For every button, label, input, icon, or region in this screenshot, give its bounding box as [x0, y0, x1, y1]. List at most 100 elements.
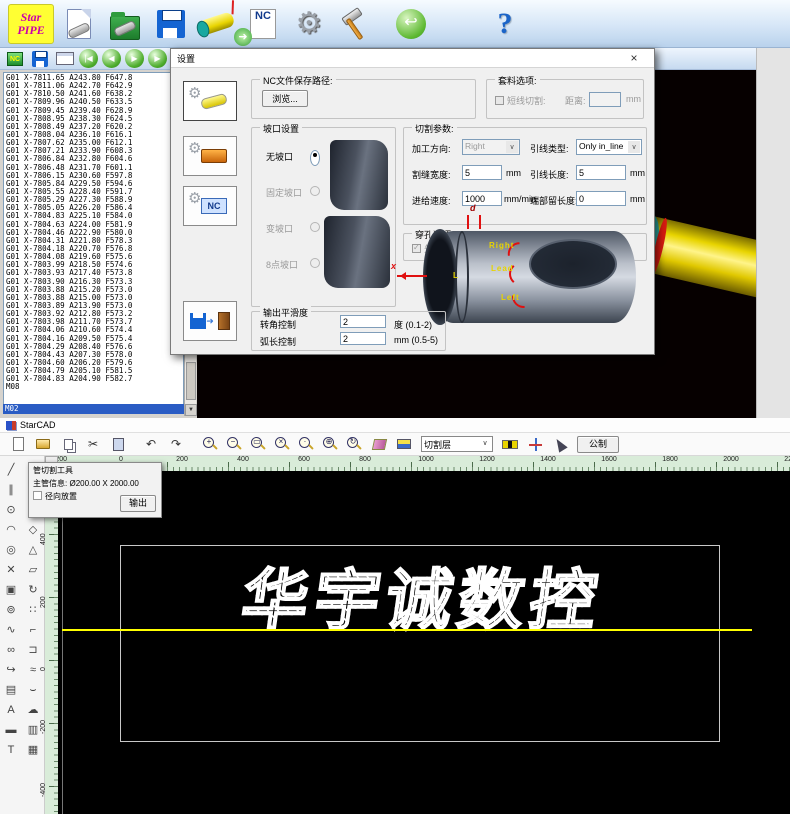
- drawing-tool-icon[interactable]: ⌣: [22, 680, 44, 700]
- drawing-tool-icon[interactable]: ∞: [0, 640, 22, 660]
- radial-placement-checkbox[interactable]: [33, 491, 42, 500]
- gcode-line[interactable]: G01 X-7804.46 A222.90 F580.0: [4, 228, 183, 236]
- gcode-line[interactable]: G01 X-7811.06 A242.70 F642.9: [4, 81, 183, 89]
- drawing-canvas[interactable]: 华宇诚数控: [58, 471, 790, 814]
- drawing-tool-icon[interactable]: ☁: [22, 700, 44, 720]
- drawing-tool-icon[interactable]: ▣: [0, 580, 22, 600]
- scroll-thumb[interactable]: [186, 362, 196, 400]
- nav-arrow-button[interactable]: ◀: [102, 49, 121, 68]
- zoom-tool-button[interactable]: +: [203, 437, 218, 452]
- gcode-line[interactable]: [4, 390, 183, 398]
- gcode-line[interactable]: G01 X-7803.92 A212.80 F573.2: [4, 309, 183, 317]
- gcode-line[interactable]: G01 X-7804.31 A221.80 F578.3: [4, 236, 183, 244]
- gcode-line[interactable]: G01 X-7805.29 A227.30 F588.9: [4, 195, 183, 203]
- edit-form-button[interactable]: [55, 50, 75, 68]
- gcode-line[interactable]: G01 X-7805.55 A228.40 F591.7: [4, 187, 183, 195]
- pipe-tool-button[interactable]: [196, 4, 238, 44]
- open-file-button[interactable]: [104, 4, 146, 44]
- output-button[interactable]: 输出: [120, 495, 156, 512]
- generate-nc-button[interactable]: NC➜: [242, 4, 284, 44]
- nav-arrow-button[interactable]: ▶: [125, 49, 144, 68]
- direction-select[interactable]: Right∨: [462, 139, 520, 155]
- drawing-tool-icon[interactable]: ▱: [22, 560, 44, 580]
- eight-point-bevel-radio[interactable]: [310, 258, 320, 268]
- drawing-tool-icon[interactable]: ⊚: [0, 600, 22, 620]
- drawing-tool-icon[interactable]: ╱: [0, 460, 22, 480]
- corner-control-input[interactable]: [340, 315, 386, 328]
- lead-length-input[interactable]: [576, 165, 626, 180]
- gcode-line[interactable]: G01 X-7809.96 A240.50 F633.5: [4, 97, 183, 105]
- arc-control-input[interactable]: [340, 332, 386, 345]
- save-exit-tab[interactable]: ➜: [183, 301, 237, 341]
- undo-button[interactable]: ↶: [143, 436, 159, 452]
- tools-button[interactable]: [334, 4, 376, 44]
- drawing-tool-icon[interactable]: ▤: [0, 680, 22, 700]
- gcode-line[interactable]: G01 X-7811.65 A243.80 F647.8: [4, 73, 183, 81]
- gcode-line[interactable]: G01 X-7805.05 A226.20 F586.4: [4, 203, 183, 211]
- zoom-tool-button[interactable]: ↻: [347, 437, 362, 452]
- drawing-tool-icon[interactable]: T: [0, 740, 22, 760]
- gcode-line[interactable]: G01 X-7807.21 A233.90 F608.3: [4, 146, 183, 154]
- paint-button[interactable]: [371, 436, 387, 452]
- drawing-tool-icon[interactable]: ▬: [0, 720, 22, 740]
- starcad-titlebar[interactable]: StarCAD: [0, 418, 790, 433]
- drawing-tool-icon[interactable]: ∥: [0, 480, 22, 500]
- gcode-line[interactable]: G01 X-7803.99 A218.50 F574.6: [4, 260, 183, 268]
- short-line-checkbox[interactable]: [495, 96, 504, 105]
- zoom-tool-button[interactable]: ·: [299, 437, 314, 452]
- gcode-line[interactable]: G01 X-7804.60 A206.20 F579.6: [4, 358, 183, 366]
- machine-settings-tab[interactable]: ⚙: [183, 136, 237, 176]
- no-bevel-radio[interactable]: [310, 150, 320, 166]
- open-drawing-button[interactable]: [35, 436, 51, 452]
- drawing-tool-icon[interactable]: ▦: [22, 740, 44, 760]
- close-icon[interactable]: ×: [620, 51, 648, 65]
- zoom-tool-button[interactable]: ×: [275, 437, 290, 452]
- scroll-down-icon[interactable]: ▼: [185, 404, 197, 416]
- gcode-line[interactable]: G01 X-7810.50 A241.60 F638.2: [4, 89, 183, 97]
- gcode-line[interactable]: G01 X-7804.08 A219.60 F575.6: [4, 252, 183, 260]
- gcode-line[interactable]: G01 X-7804.79 A205.10 F581.5: [4, 366, 183, 374]
- gcode-line[interactable]: G01 X-7804.18 A220.70 F576.8: [4, 244, 183, 252]
- drawing-tool-icon[interactable]: ◎: [0, 540, 22, 560]
- gcode-line[interactable]: G01 X-7803.98 A211.70 F573.7: [4, 317, 183, 325]
- browse-button[interactable]: 浏览...: [262, 90, 308, 107]
- lead-type-select[interactable]: Only in_line∨: [576, 139, 642, 155]
- gcode-line[interactable]: G01 X-7808.49 A237.20 F620.2: [4, 122, 183, 130]
- variable-bevel-radio[interactable]: [310, 222, 320, 232]
- distance-input[interactable]: [589, 92, 621, 107]
- nav-arrow-button[interactable]: |◀: [79, 49, 98, 68]
- help-button[interactable]: ?: [484, 4, 526, 44]
- copy-button[interactable]: [60, 436, 76, 452]
- zoom-tool-button[interactable]: ▭: [251, 437, 266, 452]
- gcode-selected-line[interactable]: M02: [3, 404, 184, 414]
- layers-button[interactable]: [396, 436, 412, 452]
- new-file-button[interactable]: [58, 4, 100, 44]
- feed-rate-input[interactable]: [462, 191, 502, 206]
- drawing-tool-icon[interactable]: A: [0, 700, 22, 720]
- gcode-line[interactable]: G01 X-7804.63 A224.00 F581.9: [4, 220, 183, 228]
- gcode-line[interactable]: G01 X-7806.84 A232.80 F604.6: [4, 154, 183, 162]
- zoom-tool-button[interactable]: −: [227, 437, 242, 452]
- gcode-line[interactable]: G01 X-7804.83 A204.90 F582.7: [4, 374, 183, 382]
- gcode-line[interactable]: G01 X-7803.93 A217.40 F573.8: [4, 268, 183, 276]
- settings-button[interactable]: ⚙: [288, 4, 330, 44]
- gcode-line[interactable]: G01 X-7804.06 A210.60 F574.4: [4, 325, 183, 333]
- pipe-settings-tab[interactable]: ⚙: [183, 81, 237, 121]
- gcode-line[interactable]: G01 X-7804.29 A208.40 F576.6: [4, 342, 183, 350]
- metric-button[interactable]: 公制: [577, 436, 619, 453]
- gcode-line[interactable]: G01 X-7803.88 A215.00 F573.0: [4, 293, 183, 301]
- gcode-line[interactable]: G01 X-7808.04 A236.10 F616.1: [4, 130, 183, 138]
- save-button[interactable]: [150, 4, 192, 44]
- drawing-tool-icon[interactable]: ✕: [0, 560, 22, 580]
- gcode-line[interactable]: G01 X-7806.15 A230.60 F597.8: [4, 171, 183, 179]
- gcode-line[interactable]: G01 X-7809.45 A239.40 F628.9: [4, 106, 183, 114]
- drawing-tool-icon[interactable]: ↪: [0, 660, 22, 680]
- layer-select[interactable]: 切割层∨: [421, 436, 493, 452]
- drawing-tool-icon[interactable]: ∿: [0, 620, 22, 640]
- nc-settings-tab[interactable]: ⚙NC: [183, 186, 237, 226]
- drawing-tool-icon[interactable]: ⊙: [0, 500, 22, 520]
- drawing-tool-icon[interactable]: ⊐: [22, 640, 44, 660]
- gcode-line[interactable]: G01 X-7804.83 A225.10 F584.0: [4, 211, 183, 219]
- fixed-bevel-radio[interactable]: [310, 186, 320, 196]
- zoom-tool-button[interactable]: ⊕: [323, 437, 338, 452]
